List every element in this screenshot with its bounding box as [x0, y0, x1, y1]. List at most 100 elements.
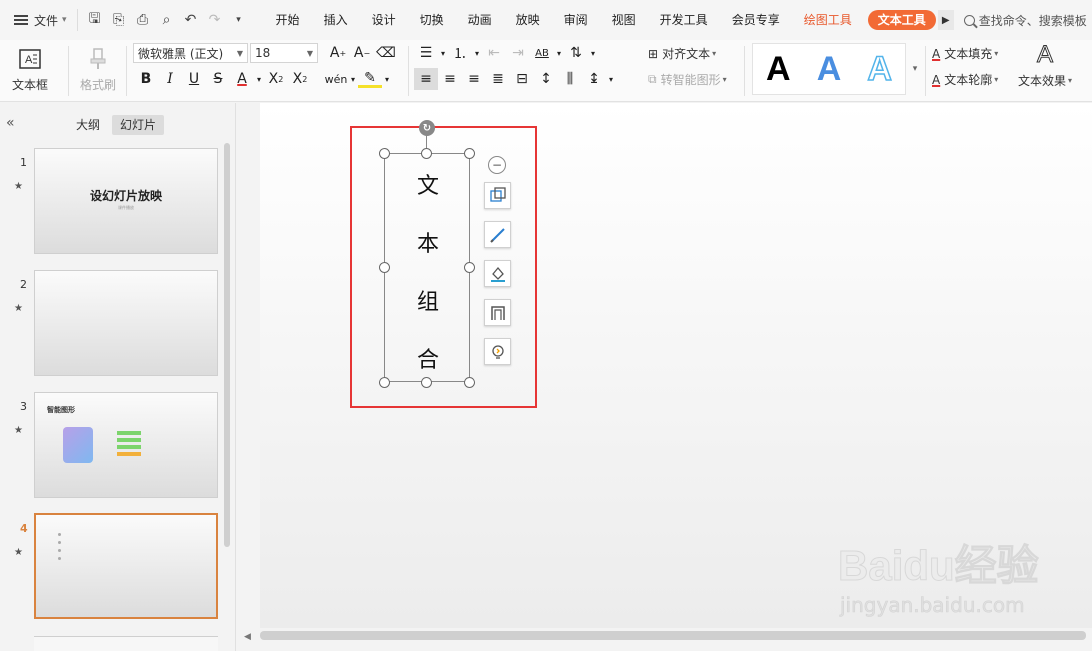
- line-spacing-icon[interactable]: ⇅: [564, 42, 588, 64]
- align-left-icon[interactable]: ≡: [414, 68, 438, 90]
- strikethrough-icon[interactable]: S: [206, 68, 230, 90]
- numbering-icon[interactable]: ⒈: [448, 42, 472, 64]
- resize-handle-bottom[interactable]: [421, 377, 432, 388]
- tab-insert[interactable]: 插入: [312, 0, 360, 40]
- paragraph-spacing-icon[interactable]: ↕: [534, 68, 558, 90]
- export-pdf-icon[interactable]: ⎘: [108, 9, 130, 31]
- format-painter-button[interactable]: 格式刷: [80, 46, 116, 93]
- rotate-handle-icon[interactable]: ↻: [419, 120, 435, 136]
- chevron-down-icon[interactable]: ▾: [438, 42, 448, 64]
- underline-icon[interactable]: U: [182, 68, 206, 90]
- line-style-button[interactable]: [484, 221, 511, 248]
- scroll-left-icon[interactable]: ◀: [244, 632, 251, 642]
- slide-thumbnail-2[interactable]: [34, 270, 218, 376]
- align-right-icon[interactable]: ≡: [462, 68, 486, 90]
- subscript-icon[interactable]: X2: [288, 68, 312, 90]
- resize-handle-left[interactable]: [379, 262, 390, 273]
- tab-view[interactable]: 视图: [600, 0, 648, 40]
- tab-animations[interactable]: 动画: [456, 0, 504, 40]
- collapse-panel-icon[interactable]: «: [6, 115, 15, 131]
- canvas-scrollbar[interactable]: ◀: [236, 628, 1092, 651]
- panel-scrollbar[interactable]: [224, 143, 230, 547]
- clear-format-icon[interactable]: ⌫: [374, 42, 398, 64]
- text-direction-icon[interactable]: AB: [530, 42, 554, 64]
- align-text-button[interactable]: ⊞ 对齐文本 ▾: [648, 45, 716, 62]
- chevron-down-icon[interactable]: ▾: [554, 42, 564, 64]
- phonetic-guide-icon[interactable]: wén: [324, 68, 348, 90]
- text-outline-button[interactable]: A 文本轮廓 ▾: [932, 71, 998, 88]
- italic-icon[interactable]: I: [158, 68, 182, 90]
- slide-thumbnail-3[interactable]: 智能图形: [34, 392, 218, 498]
- outline-button[interactable]: [484, 299, 511, 326]
- slide-thumbnail-5[interactable]: [34, 636, 218, 651]
- tab-design[interactable]: 设计: [360, 0, 408, 40]
- shape-format-button[interactable]: [484, 182, 511, 209]
- slide-thumb-text-dots: [58, 533, 61, 565]
- tab-slides[interactable]: 幻灯片: [112, 115, 165, 135]
- font-size-select[interactable]: 18 ▼: [250, 43, 318, 63]
- text-fill-label: 文本填充: [944, 47, 993, 61]
- slide-thumbnail-1[interactable]: 设幻灯片放映 课件播放: [34, 148, 218, 254]
- tab-review[interactable]: 审阅: [552, 0, 600, 40]
- tab-member[interactable]: 会员专享: [720, 0, 792, 40]
- chevron-down-icon[interactable]: ▾: [382, 68, 392, 90]
- smart-tips-button[interactable]: [484, 338, 511, 365]
- undo-icon[interactable]: ↶: [180, 9, 202, 31]
- tab-transitions[interactable]: 切换: [408, 0, 456, 40]
- chevron-down-icon[interactable]: ▾: [606, 68, 616, 90]
- highlight-icon[interactable]: ✎: [358, 70, 382, 88]
- resize-handle-top-left[interactable]: [379, 148, 390, 159]
- increase-indent-icon[interactable]: ⇥: [506, 42, 530, 64]
- wordart-style-blue[interactable]: A: [817, 50, 842, 89]
- align-center-icon[interactable]: ≡: [438, 68, 462, 90]
- print-preview-icon[interactable]: ⌕: [156, 9, 178, 31]
- bullets-icon[interactable]: ☰: [414, 42, 438, 64]
- chevron-down-icon[interactable]: ▾: [348, 68, 358, 90]
- resize-handle-bottom-left[interactable]: [379, 377, 390, 388]
- chevron-down-icon[interactable]: ▾: [254, 68, 264, 90]
- text-fill-button[interactable]: A 文本填充 ▾: [932, 45, 998, 62]
- tab-text-tools[interactable]: 文本工具: [867, 10, 936, 30]
- resize-handle-bottom-right[interactable]: [464, 377, 475, 388]
- command-search[interactable]: 查找命令、搜索模板: [963, 12, 1087, 29]
- font-color-icon[interactable]: A: [230, 68, 254, 90]
- slide-thumbnail-4[interactable]: [34, 513, 218, 619]
- chevron-down-icon[interactable]: ▾: [588, 42, 598, 64]
- bold-icon[interactable]: B: [134, 68, 158, 90]
- column-icon[interactable]: ⫼: [558, 68, 582, 90]
- increase-font-icon[interactable]: A +: [326, 42, 350, 64]
- tab-slideshow[interactable]: 放映: [504, 0, 552, 40]
- line-spacing-2-icon[interactable]: ↨: [582, 68, 606, 90]
- font-name-select[interactable]: 微软雅黑 (正文) ▼: [133, 43, 248, 63]
- collapse-toolbar-icon[interactable]: −: [488, 156, 506, 174]
- resize-handle-top-right[interactable]: [464, 148, 475, 159]
- tab-outline[interactable]: 大纲: [68, 115, 108, 135]
- save-icon[interactable]: 🖫: [84, 9, 106, 31]
- tabs-scroll-right-icon[interactable]: ▶: [937, 10, 954, 30]
- distribute-icon[interactable]: ⊟: [510, 68, 534, 90]
- fill-button[interactable]: [484, 260, 511, 287]
- font-name-value: 微软雅黑 (正文): [138, 46, 224, 61]
- decrease-indent-icon[interactable]: ⇤: [482, 42, 506, 64]
- wordart-style-outline[interactable]: A: [867, 49, 893, 89]
- smartart-button[interactable]: ⧉ 转智能图形 ▾: [648, 71, 727, 88]
- wordart-more-icon[interactable]: ▾: [908, 43, 922, 95]
- textbox-button[interactable]: A 文本框: [12, 46, 48, 93]
- chevron-down-icon[interactable]: ▾: [472, 42, 482, 64]
- redo-icon[interactable]: ↷: [204, 9, 226, 31]
- resize-handle-right[interactable]: [464, 262, 475, 273]
- resize-handle-top[interactable]: [421, 148, 432, 159]
- scroll-thumb[interactable]: [260, 631, 1086, 640]
- file-menu[interactable]: 文件 ▾: [0, 0, 77, 40]
- tab-home[interactable]: 开始: [264, 0, 312, 40]
- print-icon[interactable]: ⎙: [132, 9, 154, 31]
- customize-chevron-icon[interactable]: ▾: [228, 9, 250, 31]
- vertical-text-box[interactable]: 文 本 组 合: [384, 153, 470, 382]
- superscript-icon[interactable]: X2: [264, 68, 288, 90]
- wordart-style-black[interactable]: A: [766, 50, 791, 89]
- tab-developer[interactable]: 开发工具: [648, 0, 720, 40]
- tab-drawing-tools[interactable]: 绘图工具: [792, 0, 864, 40]
- text-effect-button[interactable]: A 文本效果 ▾: [1018, 41, 1072, 89]
- justify-icon[interactable]: ≣: [486, 68, 510, 90]
- decrease-font-icon[interactable]: A −: [350, 42, 374, 64]
